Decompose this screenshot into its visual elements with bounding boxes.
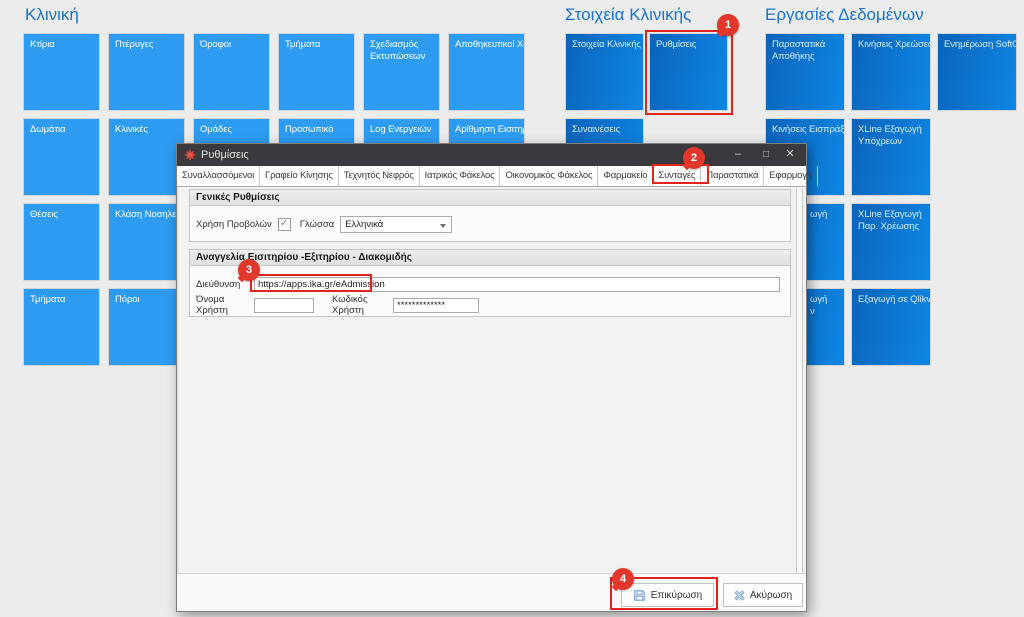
tile-pteryges[interactable]: Πτέρυγες [108, 33, 185, 111]
tile-poroi[interactable]: Πόροι [108, 288, 185, 366]
tile-label: Κινήσεις Χρεώσεων [852, 34, 930, 56]
tile-label: Πόροι [109, 289, 184, 311]
username-input[interactable] [254, 298, 314, 313]
tab-syntages[interactable]: Συνταγές [653, 166, 701, 186]
tile-label: Ομάδες [194, 119, 269, 141]
tile-label: Προσωπικό [279, 119, 354, 141]
tile-klinikes[interactable]: Κλινικές [108, 118, 185, 196]
tile-xline-exagogi-par-xreosis[interactable]: XLine Εξαγωγή Παρ. Χρέωσης [851, 203, 931, 281]
tile-klasi-nosileias[interactable]: Κλάση Νοσηλείας [108, 203, 185, 281]
minimize-button[interactable]: – [726, 144, 750, 166]
tile-label: Αρίθμηση Εισιτηρί... [449, 119, 524, 141]
tile-domatia[interactable]: Δωμάτια [23, 118, 100, 196]
tile-label: XLine Εξαγωγή Υπόχρεων [852, 119, 930, 152]
dialog-title: Ρυθμίσεις [201, 149, 249, 161]
tile-label: Κλάση Νοσηλείας [109, 204, 184, 226]
tile-label: Θέσεις [24, 204, 99, 226]
password-label: Κωδικός Χρήστη [332, 294, 389, 316]
cancel-button-label: Ακύρωση [750, 590, 792, 601]
tile-label: XLine Εξαγωγή Παρ. Χρέωσης [852, 204, 930, 237]
language-select-value: Ελληνικά [345, 219, 383, 230]
group-admission-header: Αναγγελία Εισιτηρίου -Εξιτηρίου - Διακομ… [190, 250, 790, 266]
tile-xline-exagogi-ypoxreon[interactable]: XLine Εξαγωγή Υπόχρεων [851, 118, 931, 196]
group-admission-body: Διεύθυνση Όνομα Χρήστη Κωδικός Χρήστη [190, 266, 790, 316]
tile-label: Ρυθμίσεις [650, 34, 727, 56]
tab-efarmogi[interactable]: Εφαρμογή [764, 166, 818, 186]
use-views-label: Χρήση Προβολών [196, 219, 272, 230]
tile-kiniseis-xreoseon[interactable]: Κινήσεις Χρεώσεων [851, 33, 931, 111]
username-label: Όνομα Χρήστη [196, 294, 254, 316]
tile-label: Στοιχεία Κλινικής [566, 34, 643, 56]
tile-label: Τμήματα [24, 289, 99, 311]
dialog-footer: Επικύρωση Ακύρωση [177, 573, 806, 611]
close-icon[interactable]: ✕ [778, 144, 802, 166]
tile-label: Πτέρυγες [109, 34, 184, 56]
save-icon [633, 589, 646, 602]
tile-label: Συναινέσεις [566, 119, 643, 141]
maximize-button[interactable]: □ [754, 144, 778, 166]
tab-oikonomikos-fakelos[interactable]: Οικονομικός Φάκελος [500, 166, 598, 186]
tile-theseis[interactable]: Θέσεις [23, 203, 100, 281]
tile-exagogi-qlikview[interactable]: Εξαγωγή σε Qlikview [851, 288, 931, 366]
language-label: Γλώσσα [300, 219, 334, 230]
group-general-header: Γενικές Ρυθμίσεις [190, 190, 790, 206]
group-general: Γενικές Ρυθμίσεις Χρήση Προβολών Γλώσσα … [189, 189, 791, 242]
dialog-tabstrip: Συναλλασσόμενοι Γραφείο Κίνησης Τεχνητός… [177, 166, 806, 187]
tab-parastatika[interactable]: Παραστατικά [701, 166, 764, 186]
tile-label: Παραστατικά Αποθήκης [766, 34, 844, 67]
tile-orofoi[interactable]: Όροφοι [193, 33, 270, 111]
settings-dialog: Ρυθμίσεις – □ ✕ Συναλλασσόμενοι Γραφείο … [176, 143, 807, 612]
tile-label: Σχεδιασμός Εκτυπώσεων [364, 34, 439, 67]
tile-label: Αποθηκευτικοί Χώ... [449, 34, 524, 56]
tile-label: Κλινικές [109, 119, 184, 141]
cancel-x-icon [734, 590, 745, 601]
language-select[interactable]: Ελληνικά [340, 216, 452, 233]
tile-label: Εξαγωγή σε Qlikview [852, 289, 930, 311]
tile-label: Log Ενεργειών [364, 119, 439, 141]
tile-label: Τμήματα [279, 34, 354, 56]
password-input[interactable] [393, 298, 479, 313]
tab-texnitos-nefros[interactable]: Τεχνητός Νεφρός [339, 166, 420, 186]
confirm-button-label: Επικύρωση [651, 590, 703, 601]
dialog-scrollbar[interactable] [796, 188, 803, 573]
tab-synallassomenoi[interactable]: Συναλλασσόμενοι [177, 166, 260, 186]
tab-iatrikos-fakelos[interactable]: Ιατρικός Φάκελος [420, 166, 501, 186]
section-title-data-tasks: Εργασίες Δεδομένων [765, 5, 924, 25]
dialog-titlebar[interactable]: Ρυθμίσεις – □ ✕ [177, 144, 806, 166]
address-input[interactable] [254, 277, 780, 292]
tile-tmimata[interactable]: Τμήματα [278, 33, 355, 111]
settings-icon [184, 149, 196, 161]
tile-tmimata-2[interactable]: Τμήματα [23, 288, 100, 366]
tile-label: Ενημέρωση SoftOne [938, 34, 1016, 56]
tile-rythmiseis[interactable]: Ρυθμίσεις [649, 33, 728, 111]
tile-label: Κινήσεις Εισπράξεων [766, 119, 844, 141]
app-window: Κλινική Κτίρια Πτέρυγες Όροφοι Τμήματα Σ… [0, 0, 1024, 617]
tile-ktiria[interactable]: Κτίρια [23, 33, 100, 111]
group-general-body: Χρήση Προβολών Γλώσσα Ελληνικά [190, 206, 790, 242]
tile-label: Όροφοι [194, 34, 269, 56]
group-admission: Αναγγελία Εισιτηρίου -Εξιτηρίου - Διακομ… [189, 249, 791, 317]
tile-enimerosi-softone[interactable]: Ενημέρωση SoftOne [937, 33, 1017, 111]
tab-farmakeio[interactable]: Φαρμακείο [598, 166, 653, 186]
tile-label: Κτίρια [24, 34, 99, 56]
section-title-clinic: Κλινική [25, 5, 79, 25]
section-title-clinic-data: Στοιχεία Κλινικής [565, 5, 691, 25]
cancel-button[interactable]: Ακύρωση [723, 583, 803, 607]
tab-grafeio-kinisis[interactable]: Γραφείο Κίνησης [260, 166, 339, 186]
chevron-down-icon [440, 224, 446, 228]
dialog-content: Γενικές Ρυθμίσεις Χρήση Προβολών Γλώσσα … [177, 187, 806, 574]
tile-stoixeia-klinikis[interactable]: Στοιχεία Κλινικής [565, 33, 644, 111]
tile-apothikeytikoi-xoroi[interactable]: Αποθηκευτικοί Χώ... [448, 33, 525, 111]
tile-label: Δωμάτια [24, 119, 99, 141]
use-views-checkbox[interactable] [278, 218, 291, 231]
address-label: Διεύθυνση [196, 279, 254, 290]
tile-sxediasmos-ektyposeon[interactable]: Σχεδιασμός Εκτυπώσεων [363, 33, 440, 111]
confirm-button[interactable]: Επικύρωση [621, 583, 714, 607]
tile-parastatika-apothikis[interactable]: Παραστατικά Αποθήκης [765, 33, 845, 111]
